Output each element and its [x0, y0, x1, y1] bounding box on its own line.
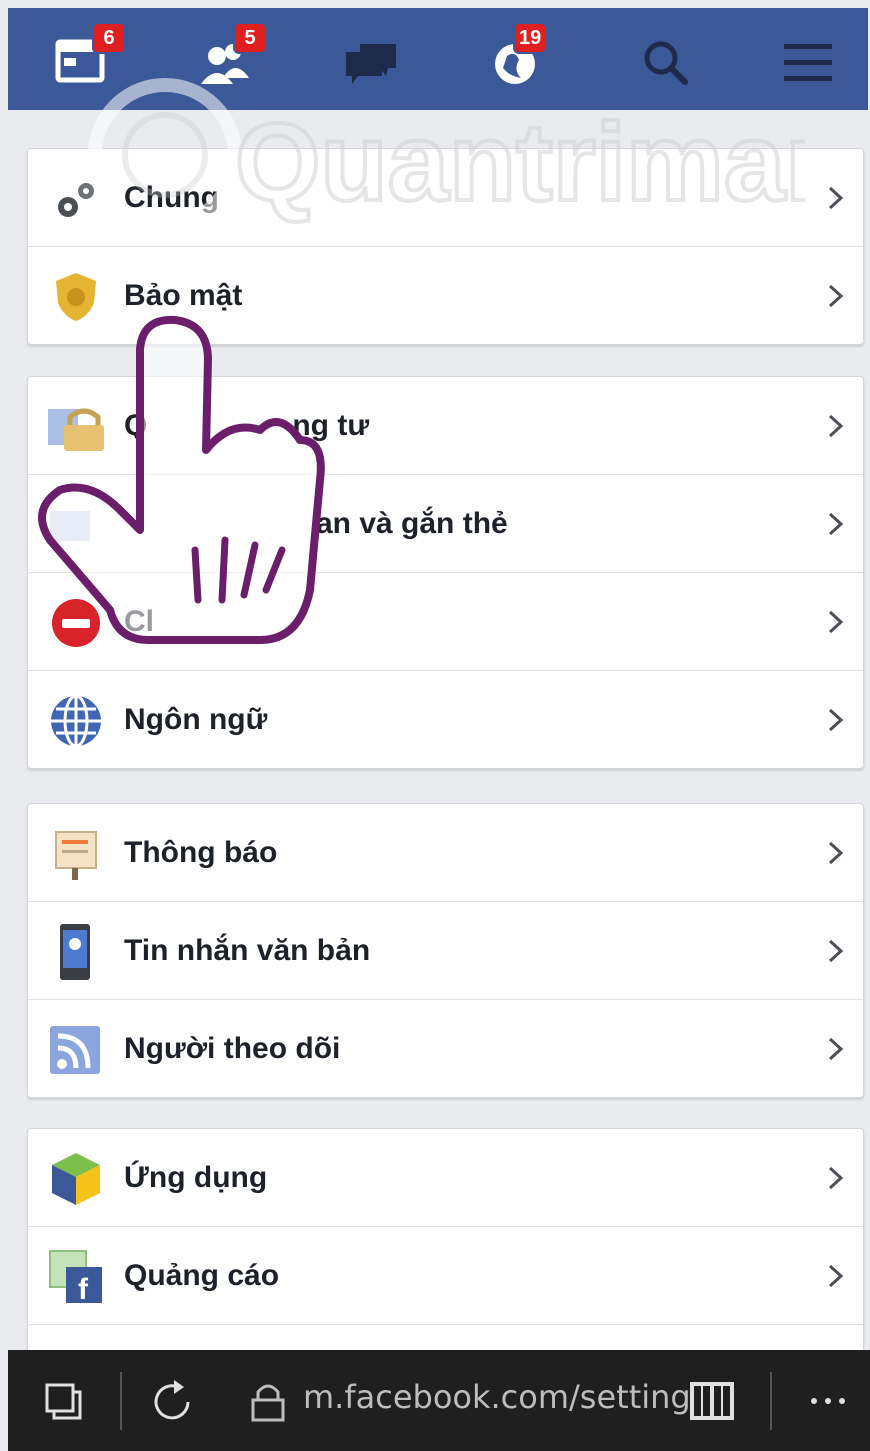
settings-item-apps[interactable]: Ứng dụng [28, 1129, 863, 1226]
settings-item-label: Người theo dõi [124, 1032, 341, 1065]
notification-board-icon [48, 826, 104, 882]
news-feed-icon[interactable]: 6 [48, 22, 138, 96]
refresh-icon[interactable] [148, 1378, 196, 1431]
chevron-right-icon [827, 1165, 845, 1191]
mobile-text-icon [48, 924, 104, 980]
settings-item-label: Bảo mật [124, 279, 243, 312]
gears-icon [48, 171, 104, 227]
top-navigation-bar: 6 5 19 [8, 8, 868, 110]
chevron-right-icon [827, 840, 845, 866]
settings-group-apps: Ứng dụng f Quảng cáo [27, 1128, 864, 1360]
settings-item-security[interactable]: Bảo mật [28, 246, 863, 344]
chevron-right-icon [827, 1263, 845, 1289]
settings-group-privacy: Qng tư an và gắn thẻ Cl Ngôn ngữ [27, 376, 864, 769]
chevron-right-icon [827, 1036, 845, 1062]
timeline-tagging-icon [48, 497, 104, 553]
chevron-right-icon [827, 185, 845, 211]
chevron-right-icon [827, 413, 845, 439]
settings-item-label: Chung [124, 181, 219, 214]
security-badge-icon [48, 269, 104, 325]
settings-item-label: Tin nhắn văn bản [124, 934, 371, 967]
blocking-icon [48, 595, 104, 651]
chevron-right-icon [827, 609, 845, 635]
notifications-globe-icon[interactable]: 19 [485, 22, 575, 96]
settings-group-notifications: Thông báo Tin nhắn văn bản Người theo dõ… [27, 803, 864, 1098]
svg-text:f: f [78, 1273, 89, 1305]
settings-group-account: Chung Bảo mật [27, 148, 864, 345]
settings-item-blocking[interactable]: Cl [28, 572, 863, 670]
friend-requests-badge: 5 [233, 22, 267, 54]
settings-item-notifications[interactable]: Thông báo [28, 804, 863, 901]
settings-item-privacy[interactable]: Qng tư [28, 377, 863, 474]
apps-cube-icon [48, 1151, 104, 1207]
chevron-right-icon [827, 511, 845, 537]
ads-facebook-icon: f [48, 1249, 104, 1306]
settings-item-label: an và gắn thẻ [316, 507, 508, 540]
address-bar-url[interactable]: m.facebook.com/setting [303, 1378, 691, 1416]
settings-item-label: Ứng dụng [124, 1161, 268, 1194]
rss-followers-icon [48, 1022, 104, 1078]
menu-icon[interactable] [778, 26, 868, 96]
search-icon[interactable] [633, 26, 723, 96]
chevron-right-icon [827, 283, 845, 309]
chevron-right-icon [827, 707, 845, 733]
news-feed-badge: 6 [92, 22, 126, 54]
settings-item-ads[interactable]: f Quảng cáo [28, 1226, 863, 1324]
settings-item-followers[interactable]: Người theo dõi [28, 999, 863, 1097]
settings-item-label: Qng tư [124, 409, 370, 442]
lock-icon [248, 1380, 288, 1429]
messages-icon[interactable] [336, 26, 426, 96]
settings-item-label: Quảng cáo [124, 1259, 280, 1292]
settings-item-label: Ngôn ngữ [124, 703, 268, 736]
globe-icon [48, 693, 104, 749]
settings-item-general[interactable]: Chung [28, 149, 863, 246]
browser-toolbar: m.facebook.com/setting [8, 1350, 870, 1451]
settings-item-label: Cl [124, 605, 154, 638]
chevron-right-icon [827, 938, 845, 964]
settings-item-timeline-tagging[interactable]: an và gắn thẻ [28, 474, 863, 572]
settings-item-language[interactable]: Ngôn ngữ [28, 670, 863, 768]
notifications-badge: 19 [513, 22, 548, 54]
privacy-lock-icon [48, 399, 104, 455]
more-icon[interactable] [808, 1394, 848, 1412]
reading-view-icon[interactable] [688, 1380, 736, 1427]
toolbar-divider [770, 1372, 772, 1430]
tabs-icon[interactable] [44, 1382, 84, 1427]
settings-item-text-messages[interactable]: Tin nhắn văn bản [28, 901, 863, 999]
toolbar-divider [120, 1372, 122, 1430]
friend-requests-icon[interactable]: 5 [191, 22, 281, 96]
settings-item-label: Thông báo [124, 836, 278, 869]
